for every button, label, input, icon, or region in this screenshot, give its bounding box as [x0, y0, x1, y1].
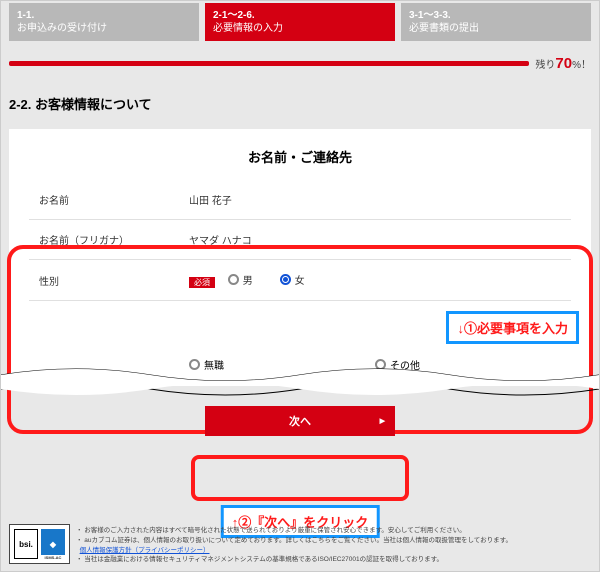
required-badge: 必須: [189, 277, 215, 288]
radio-male[interactable]: 男: [228, 272, 253, 287]
step-3-num: 3-1～3-3.: [409, 9, 583, 22]
footer-line-1: ・ お客様のご入力された内容はすべて暗号化された状態で送られておりより厳重に保管…: [76, 526, 593, 536]
row-occupation: 無職 その他: [29, 349, 571, 376]
next-button[interactable]: 次へ: [205, 406, 395, 436]
bsi-logo-icon: bsi.: [14, 529, 38, 559]
row-gender: 性別 必須 男 女: [29, 260, 571, 301]
step-2-label: 必要情報の入力: [213, 23, 283, 34]
footer: bsi. ◆ ・ お客様のご入力された内容はすべて暗号化された状態で送られており…: [9, 524, 593, 565]
step-2-num: 2-1～2-6.: [213, 9, 387, 22]
radio-icon: [375, 359, 386, 370]
remain-label: 残り: [535, 60, 555, 71]
kana-value: ヤマダ ハナコ: [189, 232, 252, 247]
row-kana: お名前（フリガナ） ヤマダ ハナコ: [29, 220, 571, 260]
radio-other[interactable]: その他: [375, 357, 420, 372]
step-3-label: 必要書類の提出: [409, 23, 479, 34]
row-name: お名前 山田 花子: [29, 180, 571, 220]
step-2: 2-1～2-6. 必要情報の入力: [205, 3, 395, 41]
step-1: 1-1. お申込みの受け付け: [9, 3, 199, 41]
kana-label: お名前（フリガナ）: [39, 232, 189, 247]
gender-label: 性別: [39, 273, 189, 288]
annotation-1: ↓①必要事項を入力: [446, 311, 579, 344]
footer-notes: ・ お客様のご入力された内容はすべて暗号化された状態で送られておりより厳重に保管…: [76, 524, 593, 565]
radio-male-label: 男: [243, 272, 253, 287]
form-card: お名前・ご連絡先 お名前 山田 花子 お名前（フリガナ） ヤマダ ハナコ 性別 …: [9, 129, 591, 386]
radio-none[interactable]: 無職: [189, 357, 224, 372]
isms-logo-icon: ◆: [41, 529, 65, 559]
radio-icon: [189, 359, 200, 370]
name-value: 山田 花子: [189, 192, 232, 207]
highlight-next-button: [191, 455, 409, 501]
remain-suffix: %！: [572, 60, 591, 71]
gender-options: 必須 男 女: [189, 272, 329, 288]
remain-pct: 70: [555, 55, 572, 72]
progress-bar: [9, 61, 529, 66]
name-label: お名前: [39, 192, 189, 207]
footer-line-3: ・ 当社は金融業における情報セキュリティマネジメントシステムの基準規格であるIS…: [76, 555, 593, 565]
radio-female[interactable]: 女: [280, 272, 305, 287]
radio-icon: [280, 274, 291, 285]
radio-other-label: その他: [390, 357, 420, 372]
next-button-wrap: 次へ: [1, 406, 599, 436]
step-3: 3-1～3-3. 必要書類の提出: [401, 3, 591, 41]
radio-none-label: 無職: [204, 357, 224, 372]
cert-logos: bsi. ◆: [9, 524, 70, 564]
footer-line-2: ・ auカブコム証券は、個人情報のお取り扱いについて定めております。詳しくはこち…: [76, 536, 593, 556]
step-bar: 1-1. お申込みの受け付け 2-1～2-6. 必要情報の入力 3-1～3-3.…: [1, 1, 599, 41]
progress-row: 残り70%！: [1, 41, 599, 74]
card-heading: お名前・ご連絡先: [29, 147, 571, 166]
step-1-label: お申込みの受け付け: [17, 23, 107, 34]
page-title: 2-2. お客様情報について: [1, 74, 599, 123]
step-1-num: 1-1.: [17, 9, 191, 22]
radio-icon: [228, 274, 239, 285]
footer-line-2a: ・ auカブコム証券は、個人情報のお取り扱いについて定めております。詳しくはこち…: [76, 537, 512, 544]
privacy-link[interactable]: 個人情報保護方針（プライバシーポリシー）: [80, 547, 210, 554]
radio-female-label: 女: [295, 272, 305, 287]
progress-remaining: 残り70%！: [535, 55, 591, 72]
